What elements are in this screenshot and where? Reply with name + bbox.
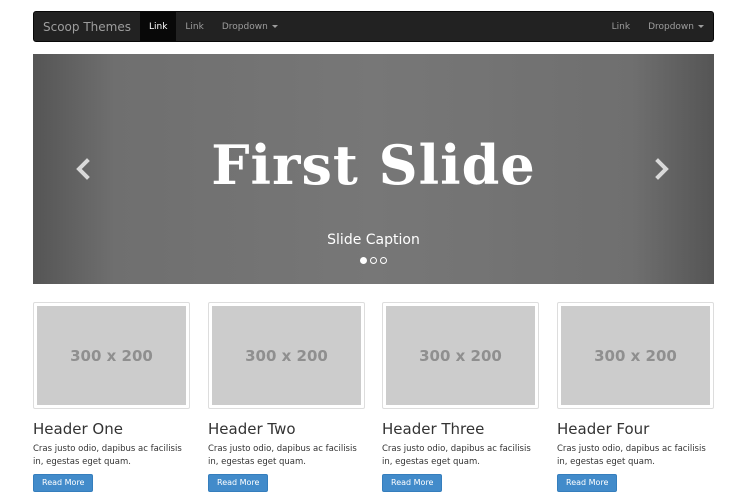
- chevron-left-icon[interactable]: [76, 158, 90, 180]
- card-3-title: Header Three: [382, 420, 485, 438]
- carousel-indicators: [33, 257, 714, 264]
- image-placeholder: 300 x 200: [37, 306, 186, 405]
- thumbnail-row: 300 x 200 Header One Cras justo odio, da…: [33, 302, 714, 492]
- nav-link-2-label: Link: [185, 21, 204, 32]
- card-2-read-more-button[interactable]: Read More: [208, 473, 269, 492]
- card-3-text: Cras justo odio, dapibus ac facilisis in…: [382, 444, 531, 467]
- card-2: 300 x 200 Header Two Cras justo odio, da…: [208, 302, 365, 492]
- carousel: First Slide Slide Caption: [33, 54, 714, 284]
- chevron-right-icon[interactable]: [655, 158, 669, 180]
- slide-caption: Slide Caption: [327, 232, 420, 248]
- caret-down-icon: [698, 25, 704, 28]
- carousel-indicator-2[interactable]: [370, 257, 377, 264]
- nav-link-2[interactable]: Link: [176, 12, 212, 41]
- navbar-right-nav: Link Dropdown: [603, 12, 713, 41]
- card-3-read-more-button[interactable]: Read More: [382, 473, 443, 492]
- card-1-read-more-button[interactable]: Read More: [33, 473, 94, 492]
- card-4-thumbnail: 300 x 200: [557, 302, 714, 409]
- card-4-read-more-button[interactable]: Read More: [557, 473, 618, 492]
- navbar-brand[interactable]: Scoop Themes: [34, 12, 140, 41]
- nav-dropdown-right-label: Dropdown: [648, 21, 694, 32]
- nav-link-right[interactable]: Link: [603, 12, 639, 41]
- card-1: 300 x 200 Header One Cras justo odio, da…: [33, 302, 190, 492]
- nav-link-1[interactable]: Link: [139, 12, 177, 41]
- card-4-title: Header Four: [557, 420, 650, 438]
- nav-dropdown-left[interactable]: Dropdown: [213, 12, 287, 41]
- image-placeholder: 300 x 200: [561, 306, 710, 405]
- card-1-text: Cras justo odio, dapibus ac facilisis in…: [33, 444, 182, 467]
- card-3: 300 x 200 Header Three Cras justo odio, …: [382, 302, 539, 492]
- card-1-title: Header One: [33, 420, 123, 438]
- carousel-indicator-1[interactable]: [360, 257, 367, 264]
- card-4: 300 x 200 Header Four Cras justo odio, d…: [557, 302, 714, 492]
- carousel-indicator-3[interactable]: [380, 257, 387, 264]
- card-2-thumbnail: 300 x 200: [208, 302, 365, 409]
- nav-link-right-label: Link: [611, 21, 631, 32]
- slide-title: First Slide: [211, 133, 536, 197]
- caret-down-icon: [271, 25, 278, 28]
- nav-dropdown-left-label: Dropdown: [221, 21, 268, 32]
- card-3-thumbnail: 300 x 200: [382, 302, 539, 409]
- card-1-thumbnail: 300 x 200: [33, 302, 190, 409]
- image-placeholder: 300 x 200: [386, 306, 535, 405]
- card-4-text: Cras justo odio, dapibus ac facilisis in…: [557, 444, 706, 467]
- nav-link-1-label: Link: [148, 21, 168, 32]
- card-2-title: Header Two: [208, 420, 296, 438]
- nav-dropdown-right[interactable]: Dropdown: [639, 12, 713, 41]
- image-placeholder: 300 x 200: [212, 306, 361, 405]
- navbar-left-nav: Link Link Dropdown: [139, 12, 287, 41]
- card-2-text: Cras justo odio, dapibus ac facilisis in…: [208, 444, 357, 467]
- navbar: Scoop Themes Link Link Dropdown Link Dro…: [33, 11, 714, 42]
